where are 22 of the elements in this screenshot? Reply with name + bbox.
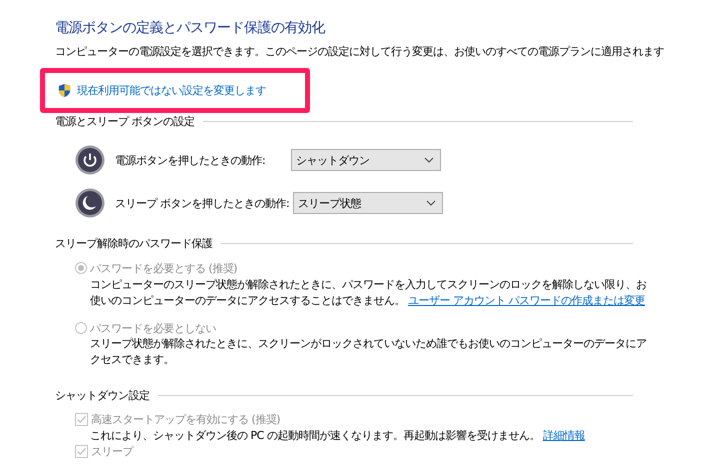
action-dropdown[interactable]: スリープ状態 [293,192,444,214]
change-settings-link[interactable]: 現在利用可能ではない設定を変更します [77,82,266,98]
action-dropdown[interactable]: シャットダウン [291,149,441,171]
page-description: コンピューターの電源設定を選択できます。このページの設定に対して行う変更は、お使いのすべての電源プランに適用されます [55,44,664,60]
section-header: スリープ解除時のパスワード保護 [55,236,212,250]
option-label: スリープ [91,444,133,458]
option-label: パスワードを必要としない [90,320,216,336]
option-description: コンピューターのスリープ状態が解除されたときに、パスワードを入力してスクリーンのロックを解除しない限り、お使いのコンピューターのデータにアクセスすることはできません。 ユーザー アカウント パスワードの作成または変更 [90,277,648,309]
power-icon [75,145,105,175]
chevron-down-icon [424,157,434,163]
chevron-down-icon [426,200,436,206]
option-label: 高速スタートアップを有効にする (推奨) [91,412,280,426]
section-header: シャットダウン設定 [55,388,150,402]
option-description: これにより、シャットダウン後の PC の起動時間が速くなります。再起動は影響を受けません。 詳細情報 [90,428,586,444]
action-label: 電源ボタンを押したときの動作: [115,152,266,168]
shield-icon [57,82,72,98]
option-description: スリープ状態が解除されたときに、スクリーンがロックされていないため誰でもお使いのコンピューターのデータにアクセスできます。 [90,336,648,368]
action-label: スリープ ボタンを押したときの動作: [115,196,290,210]
moon-icon [75,188,105,218]
option-label: パスワードを必要とする (推奨) [90,260,238,276]
page-title: 電源ボタンの定義とパスワード保護の有効化 [55,19,326,38]
section-header: 電源とスリープ ボタンの設定 [55,114,194,128]
